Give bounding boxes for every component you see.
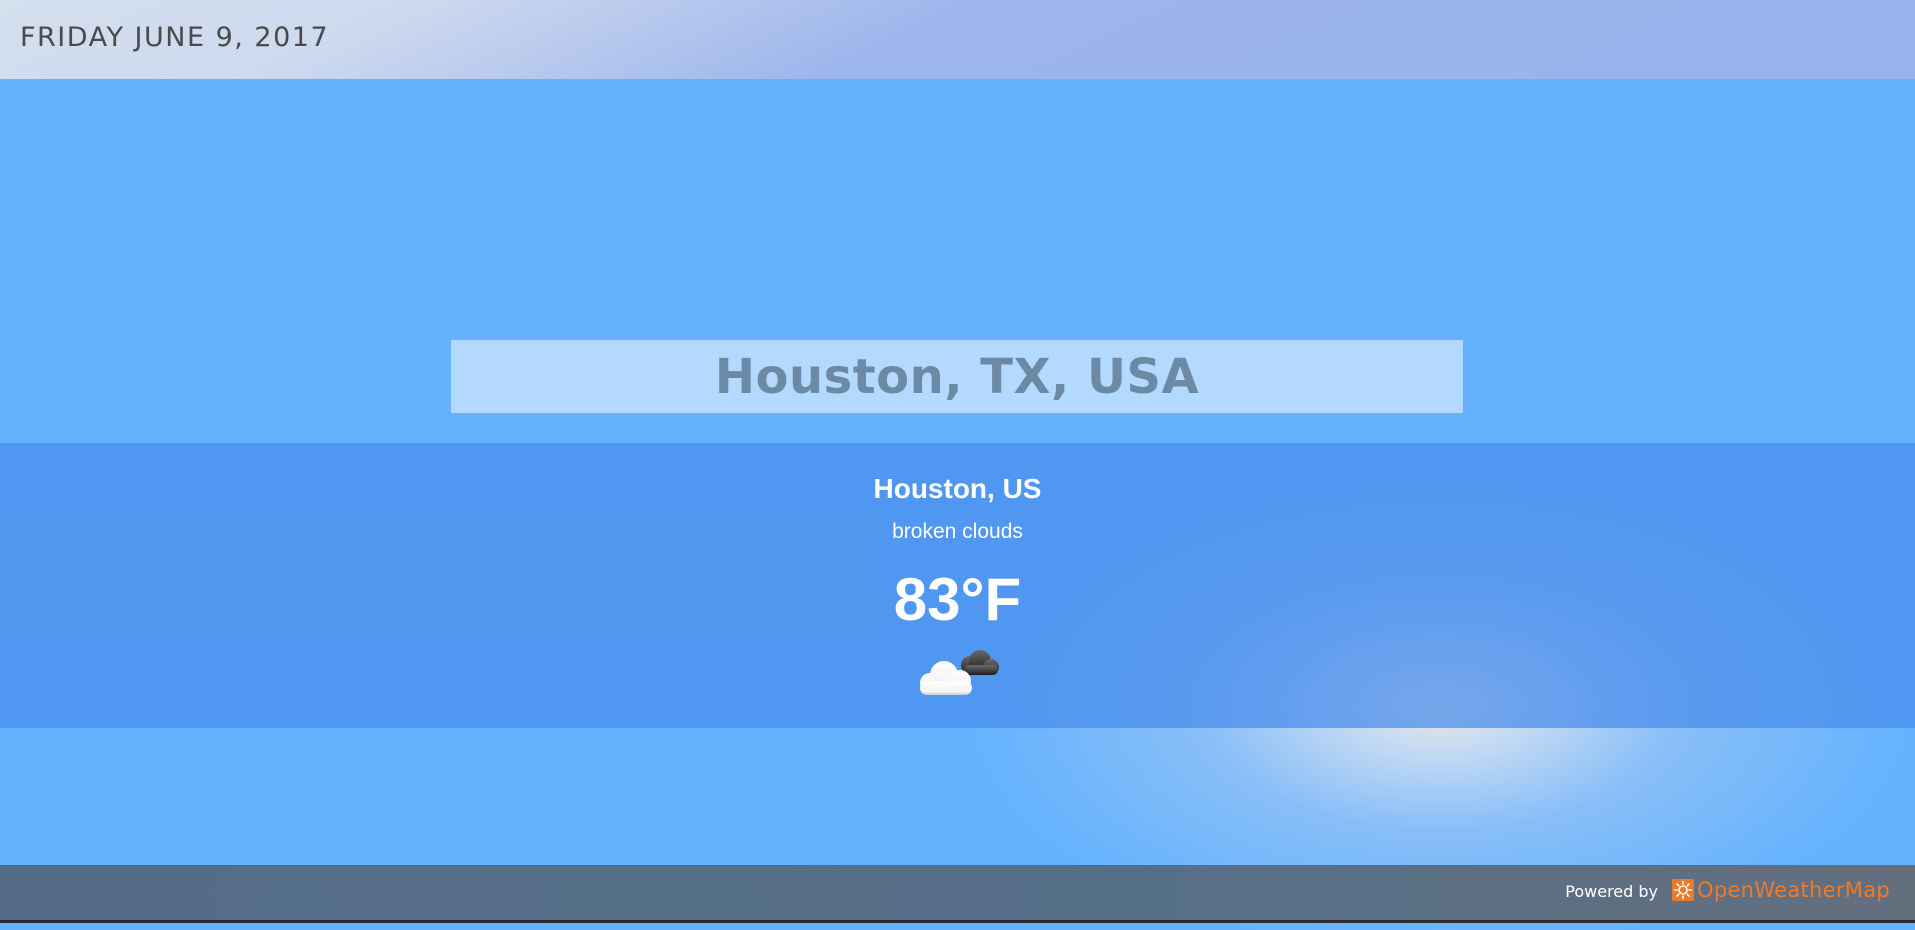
temperature-value: 83°F [893,566,1022,633]
openweathermap-link[interactable]: OpenWeatherMap [1672,878,1890,902]
weather-condition: broken clouds [892,520,1023,543]
date-label: FRIDAY JUNE 9, 2017 [20,22,330,53]
footer: Powered by OpenWeatherMap [0,865,1915,923]
top-bar: FRIDAY JUNE 9, 2017 [0,0,1915,79]
city-name: Houston, US [873,473,1042,504]
location-search-input[interactable]: Houston, TX, USA [715,349,1199,405]
weather-panel: Houston, US broken clouds 83°F [0,443,1915,728]
openweathermap-logo-icon [1672,879,1694,901]
broken-clouds-icon [908,643,1008,703]
openweathermap-label: OpenWeatherMap [1697,878,1891,902]
powered-by-label: Powered by [1565,882,1658,901]
location-search-box[interactable]: Houston, TX, USA [451,340,1463,413]
